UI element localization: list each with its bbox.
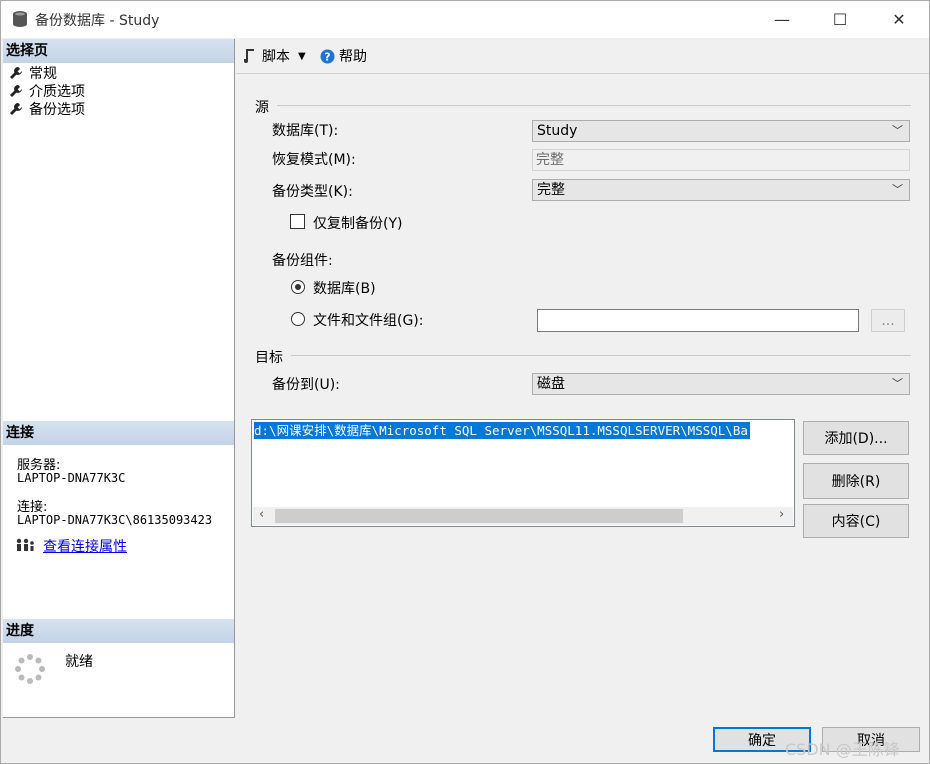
toolbar-divider: [236, 73, 929, 74]
script-icon: [244, 49, 254, 63]
minimize-icon: —: [774, 10, 790, 29]
backup-to-value: 磁盘: [537, 376, 565, 392]
watermark: CSDN @王陈锋: [785, 740, 900, 759]
help-button[interactable]: ? 帮助: [320, 45, 367, 67]
scroll-right-icon[interactable]: ›: [779, 507, 784, 522]
select-page-header: 选择页: [3, 39, 234, 63]
wrench-icon: [10, 103, 22, 115]
backup-to-label: 备份到(U):: [272, 377, 340, 393]
horizontal-scrollbar[interactable]: ‹ ›: [253, 507, 793, 525]
backup-database-dialog: 备份数据库 - Study — ☐ ✕ 选择页 常规 介质选项 备份选项 连接 …: [0, 0, 930, 764]
view-connection-properties-link[interactable]: 查看连接属性: [43, 536, 127, 556]
copy-only-checkbox[interactable]: [290, 214, 305, 229]
backup-path-item[interactable]: d:\网课安排\数据库\Microsoft SQL Server\MSSQL11…: [254, 422, 750, 439]
close-button[interactable]: ✕: [870, 1, 928, 38]
files-filegroups-input[interactable]: [537, 309, 859, 332]
component-database-label: 数据库(B): [313, 281, 376, 297]
connection-properties-icon: [16, 538, 34, 551]
backup-type-value: 完整: [537, 182, 565, 198]
page-general[interactable]: 常规: [9, 64, 57, 82]
window-title: 备份数据库 - Study: [35, 13, 160, 29]
server-value: LAPTOP-DNA77K3C: [17, 471, 126, 485]
page-backup-options[interactable]: 备份选项: [9, 100, 85, 118]
minimize-button[interactable]: —: [753, 1, 811, 38]
database-value: Study: [537, 123, 578, 139]
scroll-left-icon[interactable]: ‹: [259, 507, 264, 522]
scrollbar-thumb[interactable]: [275, 509, 683, 523]
recovery-model-label: 恢复模式(M):: [272, 152, 356, 168]
database-select[interactable]: Study ﹀: [532, 120, 910, 142]
backup-component-label: 备份组件:: [272, 253, 333, 269]
page-media-options-label: 介质选项: [29, 84, 85, 100]
wrench-icon: [10, 85, 22, 97]
chevron-down-icon: ﹀: [892, 377, 903, 390]
source-group-label: 源: [255, 100, 269, 116]
source-group-divider: [277, 105, 911, 106]
title-bar: 备份数据库 - Study — ☐ ✕: [1, 1, 929, 38]
progress-header: 进度: [3, 619, 234, 643]
destination-group-label: 目标: [255, 350, 283, 366]
maximize-icon: ☐: [832, 10, 848, 29]
copy-only-label: 仅复制备份(Y): [313, 216, 403, 232]
database-label: 数据库(T):: [272, 123, 339, 139]
component-files-radio[interactable]: [291, 312, 305, 326]
help-label: 帮助: [339, 49, 367, 65]
remove-path-button[interactable]: 删除(R): [803, 463, 909, 499]
script-label: 脚本: [262, 49, 290, 65]
component-database-radio[interactable]: [291, 280, 305, 294]
left-pane: 选择页 常规 介质选项 备份选项 连接 服务器: LAPTOP-DNA77K3C…: [3, 39, 235, 718]
close-icon: ✕: [892, 10, 906, 29]
component-files-label: 文件和文件组(G):: [313, 313, 424, 329]
svg-text:?: ?: [324, 50, 330, 63]
progress-status: 就绪: [65, 654, 93, 670]
connection-header: 连接: [3, 421, 234, 445]
chevron-down-icon: ﹀: [892, 183, 903, 196]
page-media-options[interactable]: 介质选项: [9, 82, 85, 100]
recovery-model-field: 完整: [532, 149, 910, 171]
connection-value: LAPTOP-DNA77K3C\86135093423: [17, 513, 213, 527]
wrench-icon: [10, 67, 22, 79]
script-button[interactable]: 脚本 ▼: [242, 45, 306, 67]
maximize-button[interactable]: ☐: [811, 1, 869, 38]
add-path-button[interactable]: 添加(D)...: [803, 421, 909, 455]
backup-type-select[interactable]: 完整 ﹀: [532, 179, 910, 201]
page-general-label: 常规: [29, 66, 57, 82]
database-icon: [13, 11, 27, 27]
backup-to-select[interactable]: 磁盘 ﹀: [532, 373, 910, 395]
backup-path-list[interactable]: d:\网课安排\数据库\Microsoft SQL Server\MSSQL11…: [251, 419, 795, 527]
browse-files-button[interactable]: ...: [871, 309, 905, 332]
dropdown-arrow-icon: ▼: [298, 50, 306, 62]
contents-button[interactable]: 内容(C): [803, 504, 909, 538]
page-backup-options-label: 备份选项: [29, 102, 85, 118]
destination-group-divider: [291, 355, 911, 356]
backup-type-label: 备份类型(K):: [272, 184, 353, 200]
help-icon: ?: [320, 49, 335, 63]
progress-spinner-icon: [15, 654, 45, 684]
chevron-down-icon: ﹀: [892, 124, 903, 137]
